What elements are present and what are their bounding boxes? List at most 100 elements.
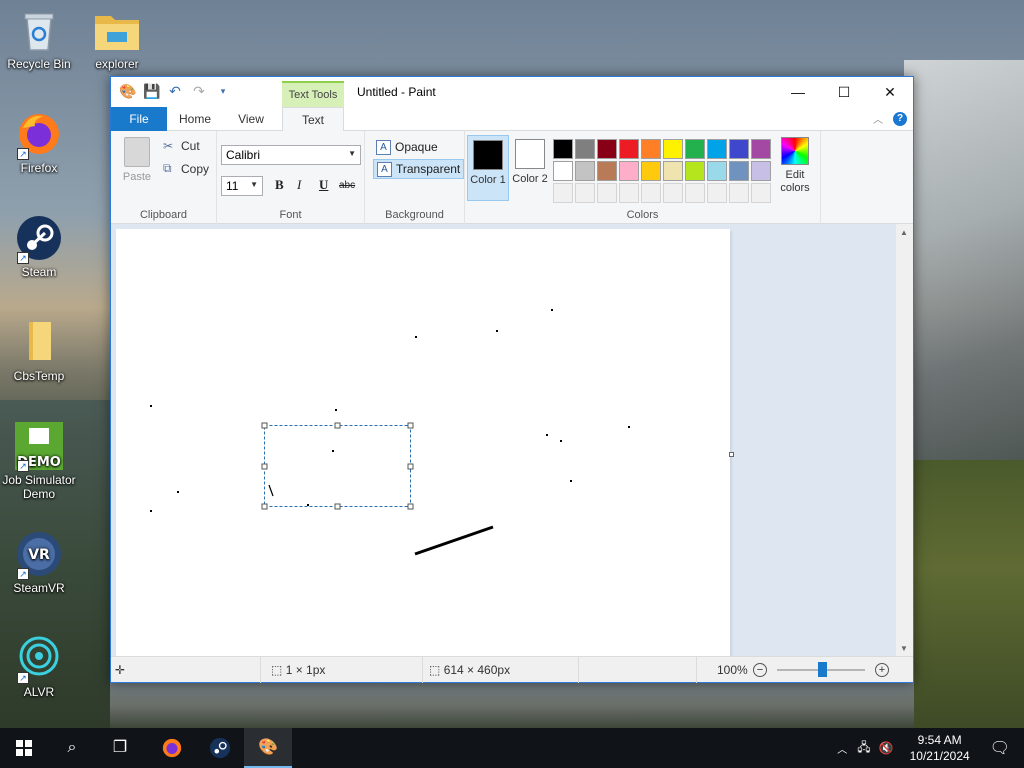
palette-swatch[interactable] <box>685 161 705 181</box>
tab-file[interactable]: File <box>111 107 167 131</box>
transparent-button[interactable]: A Transparent <box>373 159 465 179</box>
maximize-button[interactable]: ☐ <box>821 77 867 107</box>
color1-label: Color 1 <box>470 174 506 186</box>
cut-button[interactable]: ✂ Cut <box>163 139 200 153</box>
chevron-down-icon: ▼ <box>250 180 258 189</box>
customize-qat-icon[interactable]: ▾ <box>215 83 231 99</box>
desktop-icon-steam[interactable]: ↗ Steam <box>0 214 78 279</box>
collapse-ribbon-icon[interactable]: ︿ <box>873 111 883 126</box>
alvr-icon: ↗ <box>15 634 63 684</box>
underline-button[interactable]: U <box>319 177 328 193</box>
palette-swatch[interactable] <box>729 161 749 181</box>
search-button[interactable]: ⌕ <box>48 728 96 768</box>
palette-custom-swatch[interactable] <box>729 183 749 203</box>
palette-swatch[interactable] <box>729 139 749 159</box>
palette-swatch[interactable] <box>597 139 617 159</box>
taskbar-firefox[interactable] <box>148 728 196 768</box>
desktop-icon-recycle-bin[interactable]: Recycle Bin <box>0 6 78 71</box>
vertical-scrollbar[interactable]: ▲ ▼ <box>896 224 913 657</box>
scroll-up-icon[interactable]: ▲ <box>900 228 908 237</box>
color2-button[interactable]: Color 2 <box>509 135 551 201</box>
desktop-icon-alvr[interactable]: ↗ ALVR <box>0 634 78 699</box>
network-icon[interactable]: 🖧 <box>853 738 874 759</box>
desktop-icon-cbstemp[interactable]: CbsTemp <box>0 318 78 383</box>
palette-custom-swatch[interactable] <box>597 183 617 203</box>
chevron-down-icon: ▼ <box>348 149 356 158</box>
font-size-select[interactable]: 11 ▼ <box>221 176 263 196</box>
zoom-slider-thumb[interactable] <box>818 662 827 677</box>
color1-button[interactable]: Color 1 <box>467 135 509 201</box>
color-palette <box>553 139 771 203</box>
desktop-icon-firefox[interactable]: ↗ Firefox <box>0 110 78 175</box>
recycle-bin-icon <box>15 6 63 54</box>
redo-icon[interactable]: ↷ <box>191 83 207 99</box>
palette-swatch[interactable] <box>685 139 705 159</box>
volume-muted-icon[interactable]: 🔇 <box>875 741 898 755</box>
selection-handles[interactable] <box>261 422 414 510</box>
close-button[interactable]: ✕ <box>867 77 913 107</box>
scroll-down-icon[interactable]: ▼ <box>900 644 908 653</box>
palette-swatch[interactable] <box>663 139 683 159</box>
palette-swatch[interactable] <box>641 139 661 159</box>
taskbar: ⌕ ❐ 🎨 ︿ 🖧 🔇 9:54 AM 10/21/2024 🗨 <box>0 728 1024 768</box>
palette-swatch[interactable] <box>619 139 639 159</box>
palette-swatch[interactable] <box>641 161 661 181</box>
palette-custom-swatch[interactable] <box>553 183 573 203</box>
job-simulator-icon: DEMO ↗ <box>15 422 63 472</box>
folder-icon <box>15 318 63 366</box>
tab-text[interactable]: Text <box>282 107 344 132</box>
zoom-out-button[interactable]: − <box>753 663 767 677</box>
status-bar: ✛ ⬚ 1 × 1px ⬚ 614 × 460px 100% − + <box>111 656 913 683</box>
undo-icon[interactable]: ↶ <box>167 83 183 99</box>
palette-custom-swatch[interactable] <box>575 183 595 203</box>
start-button[interactable] <box>0 728 48 768</box>
minimize-button[interactable]: — <box>775 77 821 107</box>
palette-custom-swatch[interactable] <box>663 183 683 203</box>
desktop-icon-steamvr[interactable]: VR ↗ SteamVR <box>0 530 78 595</box>
palette-swatch[interactable] <box>597 161 617 181</box>
clock[interactable]: 9:54 AM 10/21/2024 <box>898 732 982 764</box>
palette-swatch[interactable] <box>619 161 639 181</box>
tab-home[interactable]: Home <box>167 107 223 131</box>
palette-swatch[interactable] <box>707 139 727 159</box>
tab-view[interactable]: View <box>223 107 279 131</box>
zoom-in-button[interactable]: + <box>875 663 889 677</box>
palette-swatch[interactable] <box>575 161 595 181</box>
palette-swatch[interactable] <box>553 139 573 159</box>
save-icon[interactable]: 💾 <box>143 83 160 99</box>
task-view-button[interactable]: ❐ <box>96 728 144 768</box>
palette-swatch[interactable] <box>751 139 771 159</box>
canvas-resize-handle[interactable] <box>729 452 734 457</box>
help-icon[interactable]: ? <box>893 111 907 126</box>
palette-swatch[interactable] <box>575 139 595 159</box>
palette-custom-swatch[interactable] <box>619 183 639 203</box>
desktop-icon-job-simulator[interactable]: DEMO ↗ Job Simulator Demo <box>0 422 78 501</box>
font-family-select[interactable]: Calibri ▼ <box>221 145 361 165</box>
color2-label: Color 2 <box>512 173 548 185</box>
show-hidden-icons-icon[interactable]: ︿ <box>831 741 853 756</box>
selection-size-value: 1 × 1px <box>285 663 326 677</box>
taskbar-paint[interactable]: 🎨 <box>244 728 292 768</box>
desktop-icon-label: ALVR <box>23 685 55 699</box>
palette-swatch[interactable] <box>707 161 727 181</box>
copy-button[interactable]: ⧉ Copy <box>163 161 209 176</box>
text-box-selection[interactable] <box>264 425 411 507</box>
palette-custom-swatch[interactable] <box>685 183 705 203</box>
paste-button[interactable]: Paste <box>121 137 153 183</box>
edit-colors-button[interactable]: Edit colors <box>773 137 817 195</box>
italic-button[interactable]: I <box>297 177 301 193</box>
strikethrough-button[interactable]: abc <box>339 180 355 191</box>
palette-swatch[interactable] <box>553 161 573 181</box>
palette-custom-swatch[interactable] <box>641 183 661 203</box>
paint-app-icon[interactable]: 🎨 <box>119 83 136 99</box>
drawing-canvas[interactable] <box>116 229 730 657</box>
desktop-icon-explorer[interactable]: explorer <box>78 6 156 71</box>
notifications-icon[interactable]: 🗨 <box>982 738 1024 758</box>
palette-swatch[interactable] <box>751 161 771 181</box>
taskbar-steam[interactable] <box>196 728 244 768</box>
opaque-button[interactable]: A Opaque <box>373 137 441 157</box>
palette-custom-swatch[interactable] <box>751 183 771 203</box>
bold-button[interactable]: B <box>275 177 284 193</box>
palette-swatch[interactable] <box>663 161 683 181</box>
palette-custom-swatch[interactable] <box>707 183 727 203</box>
